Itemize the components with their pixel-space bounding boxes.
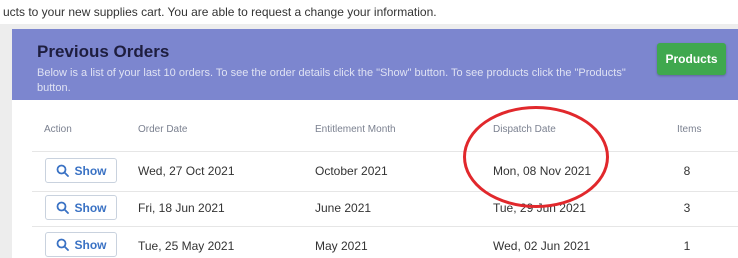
row-divider — [32, 191, 738, 192]
entitlement-month: October 2021 — [315, 164, 388, 178]
show-button-label: Show — [74, 238, 107, 252]
search-icon — [56, 164, 69, 178]
row-divider — [32, 226, 738, 227]
show-button[interactable]: Show — [45, 158, 117, 183]
header-action: Action — [44, 124, 72, 135]
order-date: Wed, 27 Oct 2021 — [138, 164, 235, 178]
page-subtitle: Below is a list of your last 10 orders. … — [37, 67, 626, 94]
show-button[interactable]: Show — [45, 195, 117, 220]
items-count: 3 — [683, 201, 691, 215]
table-divider — [32, 151, 738, 152]
header-entitlement-month: Entitlement Month — [315, 124, 396, 135]
header-items: Items — [677, 124, 702, 135]
search-icon — [56, 238, 69, 252]
header-order-date: Order Date — [138, 124, 188, 135]
products-button[interactable]: Products — [657, 43, 726, 75]
order-date: Tue, 25 May 2021 — [138, 239, 235, 253]
previous-orders-panel: Previous Orders Below is a list of your … — [12, 29, 738, 258]
show-button-label: Show — [74, 164, 107, 178]
annotation-circle — [463, 106, 609, 208]
panel-header: Previous Orders Below is a list of your … — [12, 29, 738, 100]
items-count: 8 — [683, 164, 691, 178]
search-icon — [56, 201, 69, 215]
items-count: 1 — [683, 239, 691, 253]
page-title: Previous Orders — [37, 42, 170, 61]
dispatch-date: Wed, 02 Jun 2021 — [493, 239, 591, 253]
show-button[interactable]: Show — [45, 232, 117, 257]
entitlement-month: May 2021 — [315, 239, 368, 253]
show-button-label: Show — [74, 201, 107, 215]
entitlement-month: June 2021 — [315, 201, 372, 215]
order-date: Fri, 18 Jun 2021 — [138, 201, 225, 215]
intro-text: ucts to your new supplies cart. You are … — [0, 0, 738, 24]
